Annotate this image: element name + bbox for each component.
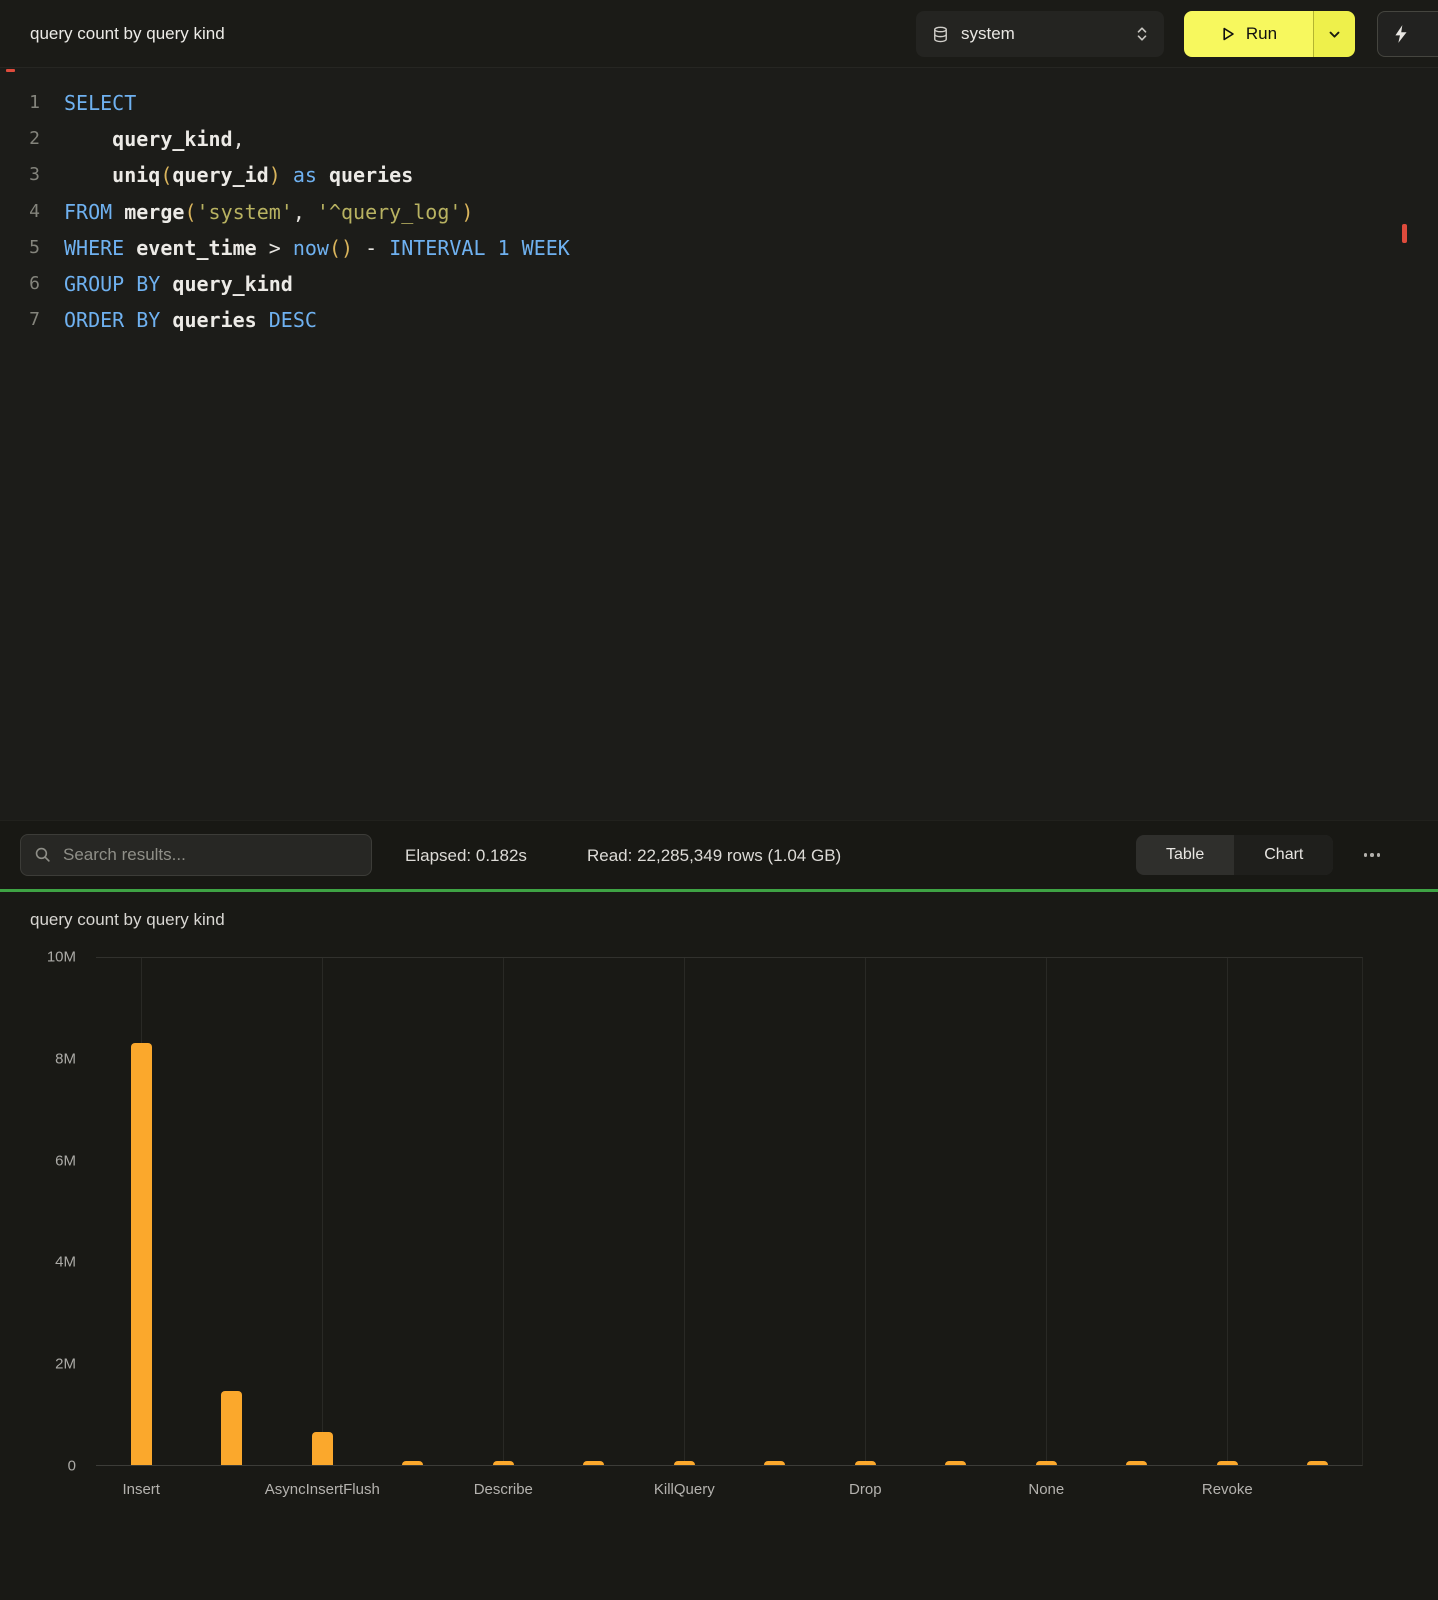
y-axis-tick-label: 2M: [55, 1356, 76, 1373]
run-label: Run: [1246, 24, 1277, 44]
x-axis-label: Insert: [66, 1481, 216, 1498]
view-toggle: TableChart: [1136, 835, 1333, 875]
x-axis-label: KillQuery: [609, 1481, 759, 1498]
y-axis-tick-label: 6M: [55, 1152, 76, 1169]
sql-editor[interactable]: 1SELECT2 query_kind,3 uniq(query_id) as …: [0, 68, 1438, 820]
results-toolbar: Elapsed: 0.182s Read: 22,285,349 rows (1…: [0, 820, 1438, 889]
play-icon: [1220, 26, 1236, 42]
scrollbar-error-marker-icon: [1402, 224, 1407, 243]
code-line: 5 WHERE event_time > now() - INTERVAL 1 W…: [0, 230, 1438, 266]
gridline: [1046, 958, 1047, 1465]
code-line: 1 SELECT: [0, 85, 1438, 121]
bar-describe: [493, 1461, 514, 1465]
chart-panel: query count by query kind 10M 8M 6M 4M 2M 0 I…: [0, 892, 1438, 1600]
line-number: 2: [0, 121, 40, 157]
bar-killquery: [674, 1461, 695, 1465]
search-wrap: [20, 834, 372, 876]
run-button-group: Run: [1184, 11, 1355, 57]
code-text: WHERE event_time > now() - INTERVAL 1 WE…: [64, 230, 570, 266]
dot-icon: [1364, 853, 1368, 857]
code-line: 3 uniq(query_id) as queries: [0, 157, 1438, 193]
gridline: [684, 958, 685, 1465]
sql-console-window: query count by query kind system Run: [0, 0, 1438, 1600]
bar-unlabeled-11: [1126, 1461, 1147, 1465]
bar-unlabeled-13: [1307, 1461, 1328, 1465]
y-axis-tick-label: 8M: [55, 1050, 76, 1067]
code-text: uniq(query_id) as queries: [64, 157, 413, 193]
code-line: 7 ORDER BY queries DESC: [0, 302, 1438, 338]
code-lines: 1SELECT2 query_kind,3 uniq(query_id) as …: [0, 85, 1438, 338]
dot-icon: [1370, 853, 1374, 857]
x-axis-label: AsyncInsertFlush: [247, 1481, 397, 1498]
error-marker-icon: [6, 69, 15, 72]
lightning-button[interactable]: [1377, 11, 1438, 57]
bar-revoke: [1217, 1461, 1238, 1465]
bar-unlabeled-3: [402, 1461, 423, 1465]
run-options-button[interactable]: [1313, 11, 1355, 57]
bar-drop: [855, 1461, 876, 1465]
code-line: 6 GROUP BY query_kind: [0, 266, 1438, 302]
bar-unlabeled-1: [221, 1391, 242, 1465]
database-icon: [932, 26, 949, 43]
database-name: system: [961, 24, 1015, 44]
line-number: 7: [0, 302, 40, 338]
tab-table[interactable]: Table: [1136, 835, 1234, 875]
gridline: [503, 958, 504, 1465]
code-text: FROM merge('system', '^query_log'): [64, 194, 473, 230]
gridline: [865, 958, 866, 1465]
bar-insert: [131, 1043, 152, 1466]
x-axis-label: Revoke: [1152, 1481, 1302, 1498]
x-axis-label: Describe: [428, 1481, 578, 1498]
line-number: 5: [0, 230, 40, 266]
line-number: 4: [0, 194, 40, 230]
y-axis-tick-label: 4M: [55, 1254, 76, 1271]
database-selector[interactable]: system: [916, 11, 1164, 57]
more-options-button[interactable]: [1350, 835, 1394, 875]
line-number: 1: [0, 85, 40, 121]
chevron-down-icon: [1328, 28, 1341, 41]
x-axis-label: None: [971, 1481, 1121, 1498]
run-button[interactable]: Run: [1184, 11, 1313, 57]
y-axis-tick-label: 10M: [47, 949, 76, 966]
bar-none: [1036, 1461, 1057, 1465]
top-bar: query count by query kind system Run: [0, 0, 1438, 68]
search-results-input[interactable]: [20, 834, 372, 876]
read-stat: Read: 22,285,349 rows (1.04 GB): [587, 821, 841, 890]
query-title: query count by query kind: [30, 0, 225, 68]
tab-chart[interactable]: Chart: [1234, 835, 1333, 875]
bar-asyncinsertflush: [312, 1432, 333, 1465]
search-icon: [34, 846, 51, 863]
gridline: [1227, 958, 1228, 1465]
dot-icon: [1377, 853, 1381, 857]
bar-chart: InsertAsyncInsertFlushDescribeKillQueryD…: [96, 957, 1363, 1466]
lightning-icon: [1392, 24, 1410, 44]
y-axis-tick-label: 0: [68, 1458, 76, 1475]
select-chevrons-icon: [1136, 25, 1148, 43]
line-number: 6: [0, 266, 40, 302]
line-number: 3: [0, 157, 40, 193]
y-axis: 10M8M6M4M2M0: [0, 957, 84, 1466]
code-text: GROUP BY query_kind: [64, 266, 293, 302]
code-text: query_kind,: [64, 121, 245, 157]
code-text: ORDER BY queries DESC: [64, 302, 317, 338]
code-line: 4 FROM merge('system', '^query_log'): [0, 194, 1438, 230]
x-axis-label: Drop: [790, 1481, 940, 1498]
code-text: SELECT: [64, 85, 136, 121]
bar-unlabeled-5: [583, 1461, 604, 1465]
gridline: [322, 958, 323, 1465]
bar-unlabeled-9: [945, 1461, 966, 1465]
code-line: 2 query_kind,: [0, 121, 1438, 157]
bar-unlabeled-7: [764, 1461, 785, 1465]
elapsed-stat: Elapsed: 0.182s: [405, 821, 527, 890]
chart-title: query count by query kind: [30, 910, 225, 930]
